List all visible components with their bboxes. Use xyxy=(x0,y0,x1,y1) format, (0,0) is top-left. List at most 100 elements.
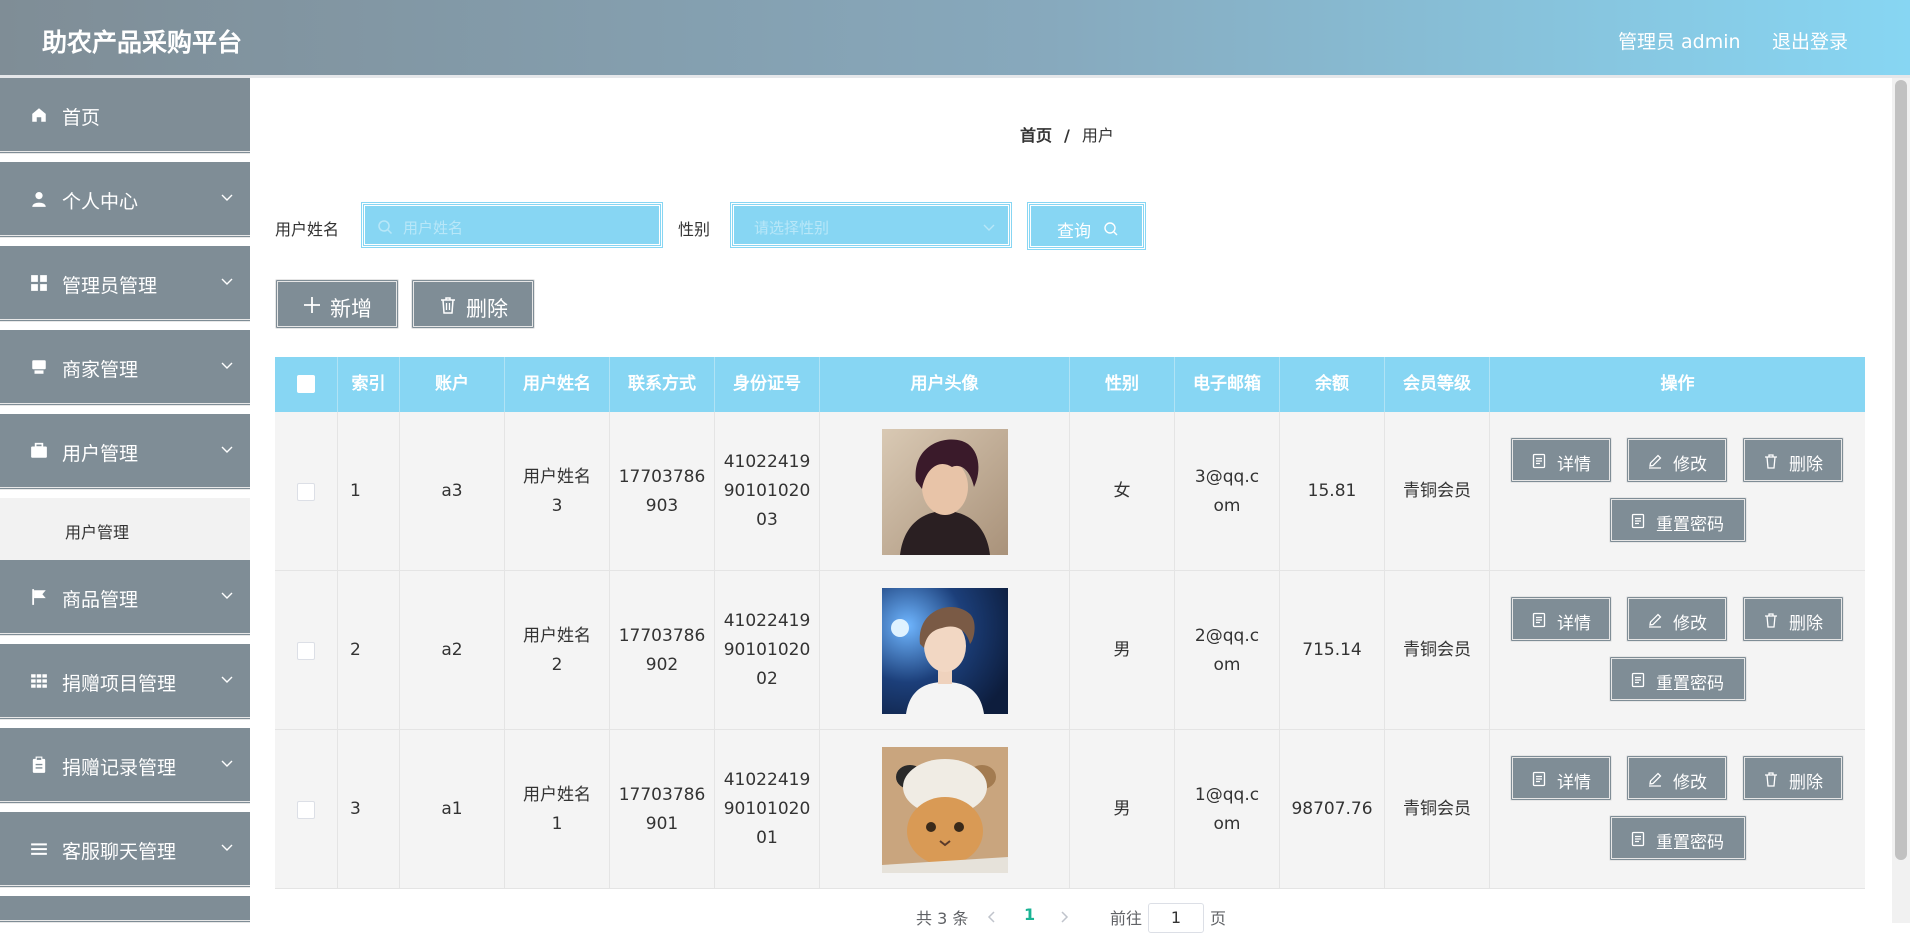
edit-button[interactable]: 修改 xyxy=(1626,437,1728,483)
cell-phone: 17703786902 xyxy=(610,571,715,730)
breadcrumb-home[interactable]: 首页 xyxy=(1020,126,1052,145)
detail-button[interactable]: 详情 xyxy=(1510,596,1612,642)
cell-avatar xyxy=(820,730,1070,889)
sidebar-item-profile[interactable]: 个人中心 xyxy=(0,162,250,238)
gender-select-placeholder: 请选择性别 xyxy=(754,219,830,237)
sidebar-item-label: 首页 xyxy=(62,107,101,129)
cell-account: a1 xyxy=(400,730,505,889)
add-button-label: 新增 xyxy=(330,297,372,321)
col-header-email: 电子邮箱 xyxy=(1175,357,1280,412)
shop-icon xyxy=(32,360,46,374)
delete-button-label: 删除 xyxy=(1789,773,1823,793)
name-search-input[interactable]: 用户姓名 xyxy=(361,202,663,248)
page-jump-input[interactable]: 1 xyxy=(1148,903,1204,933)
reset-password-button[interactable]: 重置密码 xyxy=(1609,497,1747,543)
col-header-id-number: 身份证号 xyxy=(715,357,820,412)
pagination-page-unit: 页 xyxy=(1210,909,1227,928)
sidebar-subitem-user-management[interactable]: 用户管理 xyxy=(0,498,250,560)
chevron-down-icon xyxy=(221,760,233,767)
cell-gender: 男 xyxy=(1070,571,1175,730)
trash-icon xyxy=(1765,613,1777,628)
next-page-icon[interactable] xyxy=(1058,911,1070,923)
sidebar-item-home[interactable]: 首页 xyxy=(0,78,250,154)
cell-id-number: 410224199010102001 xyxy=(715,730,820,889)
avatar[interactable] xyxy=(881,746,1008,873)
reset-password-button[interactable]: 重置密码 xyxy=(1609,815,1747,861)
sidebar-item-users[interactable]: 用户管理 xyxy=(0,414,250,490)
detail-button[interactable]: 详情 xyxy=(1510,755,1612,801)
gender-select[interactable]: 请选择性别 xyxy=(730,202,1012,248)
document-icon xyxy=(1532,453,1546,469)
cell-name: 用户姓名1 xyxy=(505,730,610,889)
sidebar-item-label: 捐赠项目管理 xyxy=(62,673,177,695)
sidebar-item-customer-chat[interactable]: 客服聊天管理 xyxy=(0,812,250,888)
page-number-current[interactable]: 1 xyxy=(1024,905,1035,924)
cell-actions: 详情 修改 删除 重置密码 xyxy=(1490,730,1865,889)
delete-button[interactable]: 删除 xyxy=(1742,437,1844,483)
reset-password-button-label: 重置密码 xyxy=(1656,515,1724,535)
cell-account: a3 xyxy=(400,412,505,571)
cell-email: 2@qq.com xyxy=(1175,571,1280,730)
cell-account: a2 xyxy=(400,571,505,730)
row-select-cell xyxy=(275,730,338,889)
chevron-down-icon xyxy=(221,362,233,369)
chevron-down-icon xyxy=(221,446,233,453)
edit-button-label: 修改 xyxy=(1673,773,1707,793)
edit-button[interactable]: 修改 xyxy=(1626,755,1728,801)
logout-link[interactable]: 退出登录 xyxy=(1772,27,1848,54)
delete-button[interactable]: 删除 xyxy=(1742,596,1844,642)
reset-password-button-label: 重置密码 xyxy=(1656,833,1724,853)
reset-password-button[interactable]: 重置密码 xyxy=(1609,656,1747,702)
edit-icon xyxy=(1649,772,1662,787)
row-checkbox[interactable] xyxy=(297,482,315,501)
col-header-phone: 联系方式 xyxy=(610,357,715,412)
row-checkbox[interactable] xyxy=(297,641,315,660)
row-select-cell xyxy=(275,412,338,571)
search-button-label: 查询 xyxy=(1057,222,1091,242)
detail-button-label: 详情 xyxy=(1557,773,1591,793)
detail-button-label: 详情 xyxy=(1557,455,1591,475)
edit-button[interactable]: 修改 xyxy=(1626,596,1728,642)
cell-phone: 17703786901 xyxy=(610,730,715,889)
sidebar-item-products[interactable]: 商品管理 xyxy=(0,560,250,636)
name-search-label: 用户姓名 xyxy=(275,220,340,239)
sidebar: 首页 个人中心 管理员管理 商家管理 用户管理 用户管理 商品管理 捐赠项目管理… xyxy=(0,78,250,923)
scrollbar-thumb[interactable] xyxy=(1895,80,1907,860)
edit-button-label: 修改 xyxy=(1673,614,1707,634)
cell-id-number: 410224199010102002 xyxy=(715,571,820,730)
col-header-index: 索引 xyxy=(338,357,400,412)
sidebar-item-label: 商家管理 xyxy=(62,359,139,381)
sidebar-subitem-label: 用户管理 xyxy=(65,523,130,542)
sidebar-item-admin[interactable]: 管理员管理 xyxy=(0,246,250,322)
sidebar-item-label: 商品管理 xyxy=(62,589,139,611)
batch-delete-button[interactable]: 删除 xyxy=(411,279,535,329)
search-button[interactable]: 查询 xyxy=(1027,202,1146,250)
sidebar-item-more[interactable] xyxy=(0,896,250,923)
edit-icon xyxy=(1649,454,1662,469)
chevron-down-icon xyxy=(221,592,233,599)
current-user: 管理员 admin xyxy=(1618,31,1741,53)
reset-password-button-label: 重置密码 xyxy=(1656,674,1724,694)
cell-level: 青铜会员 xyxy=(1385,412,1490,571)
flag-icon xyxy=(32,589,46,605)
list-icon xyxy=(31,843,47,855)
cell-balance: 15.81 xyxy=(1280,412,1385,571)
select-all-checkbox[interactable] xyxy=(297,375,315,393)
sidebar-item-merchant[interactable]: 商家管理 xyxy=(0,330,250,406)
user-icon xyxy=(32,192,46,207)
table-header: 索引 账户 用户姓名 联系方式 身份证号 用户头像 性别 电子邮箱 余额 会员等… xyxy=(275,357,1865,412)
avatar[interactable] xyxy=(881,587,1008,714)
name-search-placeholder: 用户姓名 xyxy=(403,219,464,237)
sidebar-item-donation-records[interactable]: 捐赠记录管理 xyxy=(0,728,250,804)
delete-button[interactable]: 删除 xyxy=(1742,755,1844,801)
prev-page-icon[interactable] xyxy=(986,911,998,923)
breadcrumb: 首页 / 用户 xyxy=(1020,122,1114,146)
row-checkbox[interactable] xyxy=(297,800,315,819)
sidebar-item-donation-projects[interactable]: 捐赠项目管理 xyxy=(0,644,250,720)
add-button[interactable]: 新增 xyxy=(275,279,399,329)
trash-icon xyxy=(1765,772,1777,787)
plus-icon xyxy=(304,297,320,313)
top-header: 助农产品采购平台 管理员 admin 退出登录 xyxy=(0,0,1910,78)
avatar[interactable] xyxy=(881,428,1008,555)
detail-button[interactable]: 详情 xyxy=(1510,437,1612,483)
